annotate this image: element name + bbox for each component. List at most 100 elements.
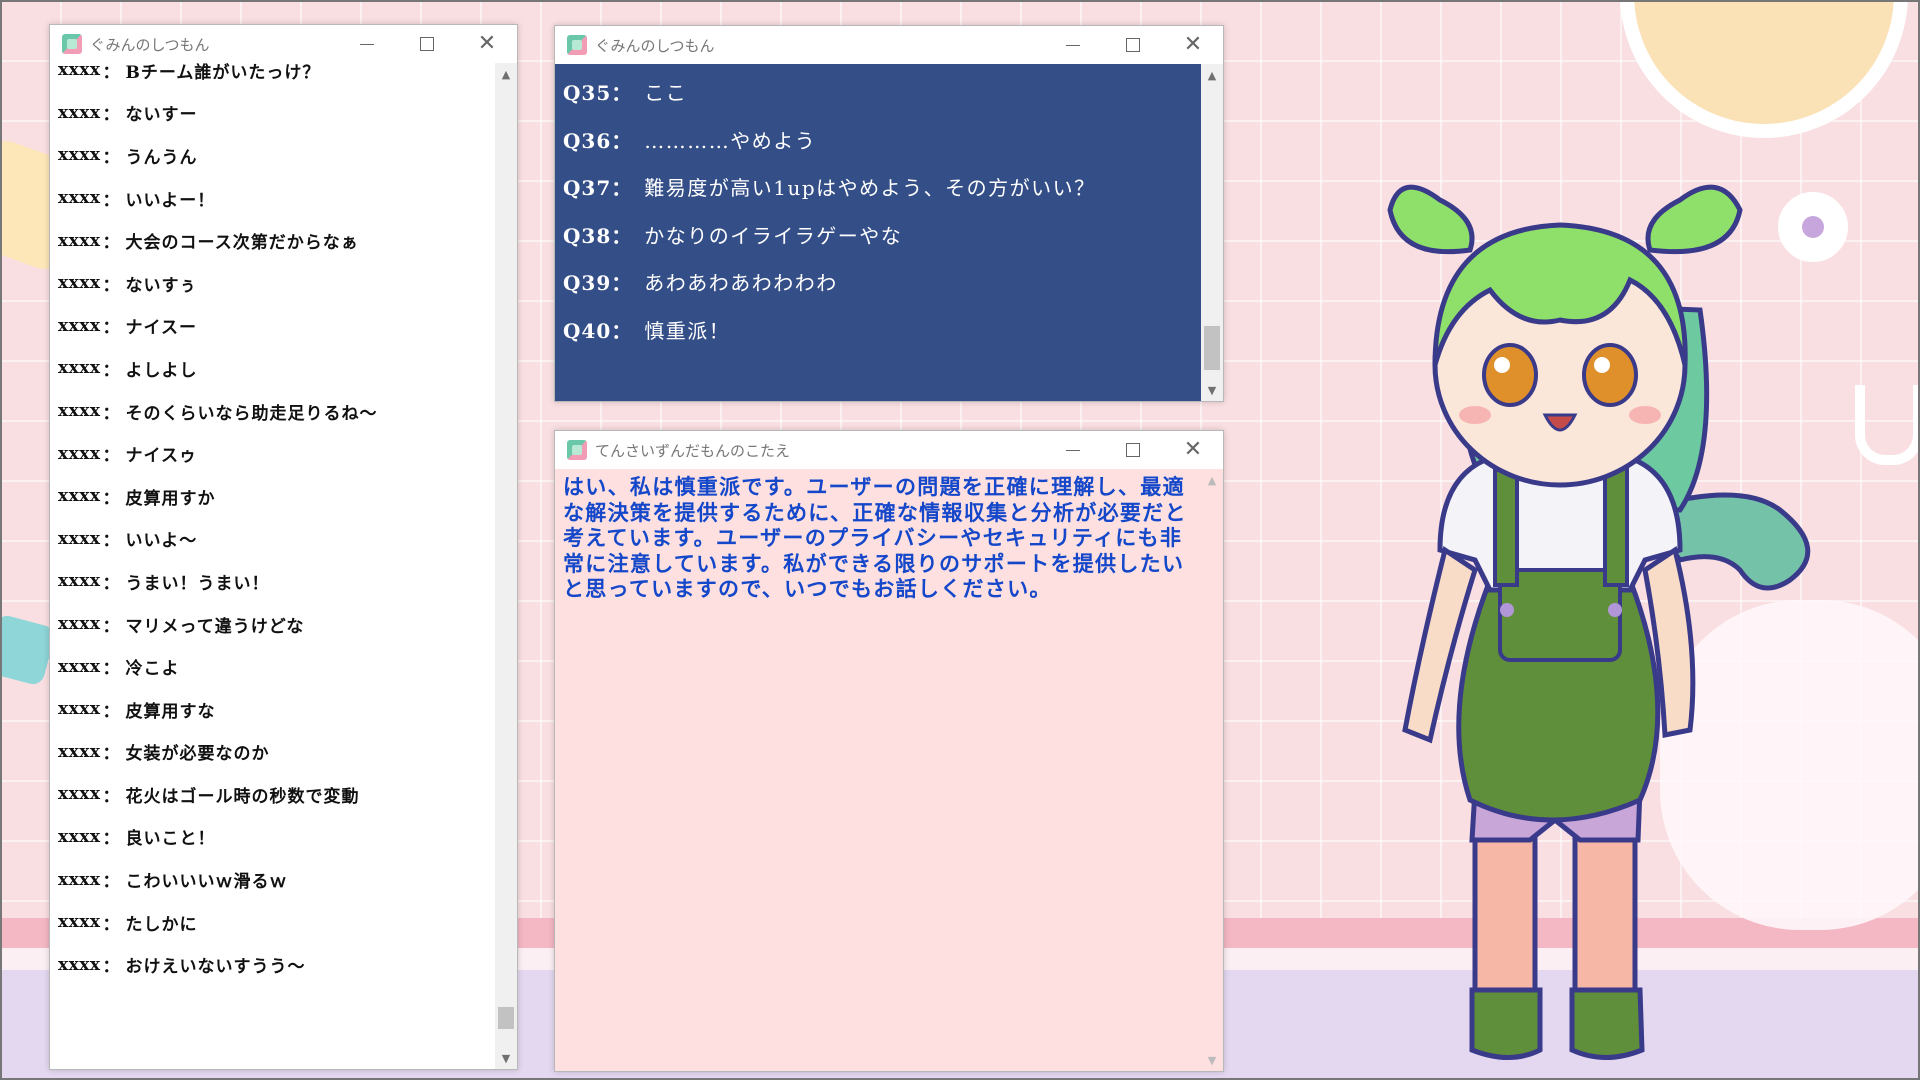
question-text: あわあわあわわわわ: [644, 271, 838, 296]
chat-username: xxxx: [58, 145, 101, 166]
chat-message: xxxx：冷こよ: [58, 645, 493, 688]
question-list: Q35： ここ Q36： …………やめよう Q37： 難易度が高い1upはやめよう、その方…: [563, 68, 1195, 353]
question-id: Q36：: [563, 128, 633, 153]
app-icon: [62, 34, 82, 54]
chat-message: xxxx：マリメって違うけどな: [58, 603, 493, 646]
chat-separator: ：: [102, 63, 120, 83]
chat-separator: ：: [102, 914, 120, 935]
question-item: Q39： あわあわあわわわわ: [563, 258, 1195, 306]
chat-text: そのくらいなら助走足りるね～: [125, 403, 378, 424]
chat-separator: ：: [102, 190, 120, 211]
chat-separator: ：: [102, 701, 120, 722]
chat-separator: ：: [102, 659, 120, 680]
app-icon: [567, 35, 587, 55]
question-id: Q35：: [563, 81, 633, 106]
chat-message: xxxx：いいよ～: [58, 518, 493, 561]
question-text: ここ: [644, 81, 688, 106]
scrollbar-thumb[interactable]: [1204, 326, 1220, 370]
minimize-button[interactable]: [337, 25, 397, 63]
background-hook-shape: [1855, 385, 1920, 465]
minimize-button[interactable]: [1043, 26, 1103, 64]
minimize-button[interactable]: [1043, 431, 1103, 469]
app-icon: [567, 440, 587, 460]
zundamon-character: [1387, 184, 1811, 1060]
chat-separator: ：: [102, 957, 120, 978]
question-id: Q40：: [563, 318, 633, 343]
chat-username: xxxx: [58, 784, 101, 805]
scroll-up-arrow-icon[interactable]: ▲: [1201, 469, 1223, 491]
question-text: 慎重派！: [644, 318, 731, 343]
close-icon: ✕: [1183, 32, 1203, 57]
chat-text: おけえいないすうう～: [125, 957, 306, 978]
chat-separator: ：: [102, 488, 120, 509]
chat-text: ナイスゥ: [125, 446, 198, 467]
chat-username: xxxx: [58, 699, 101, 720]
window-title: ぐみんのしつもん: [595, 36, 715, 55]
question-id: Q37：: [563, 176, 633, 201]
chat-text: 皮算用すな: [125, 701, 216, 722]
chat-separator: ：: [102, 872, 120, 893]
chat-username: xxxx: [58, 63, 101, 81]
chat-text: いいよー！: [125, 190, 216, 211]
close-button[interactable]: ✕: [1163, 26, 1223, 64]
chat-text: Bチーム誰がいたっけ？: [125, 63, 321, 83]
question-window: ぐみんのしつもん ✕ Q35： ここ Q36： …………やめよう Q37： 難易度が高い1…: [554, 25, 1224, 402]
question-list-area[interactable]: Q35： ここ Q36： …………やめよう Q37： 難易度が高い1upはやめよう、その方…: [555, 64, 1223, 401]
chat-username: xxxx: [58, 571, 101, 592]
chat-message: xxxx：ナイスー: [58, 305, 493, 348]
chat-username: xxxx: [58, 401, 101, 422]
window-title: ぐみんのしつもん: [90, 35, 210, 54]
maximize-button[interactable]: [1103, 431, 1163, 469]
maximize-button[interactable]: [397, 25, 457, 63]
chat-message: xxxx：いいよー！: [58, 177, 493, 220]
chat-message: xxxx：こわいいいｗ滑るｗ: [58, 858, 493, 901]
chat-message: xxxx： Bチーム誰がいたっけ？: [58, 63, 493, 92]
chat-message: xxxx：良いこと！: [58, 816, 493, 859]
chat-username: xxxx: [58, 230, 101, 251]
answer-text-area[interactable]: はい、私は慎重派です。ユーザーの問題を正確に理解し、最適な解決策を提供するために…: [555, 469, 1223, 1071]
maximize-icon: [1126, 443, 1140, 457]
chat-text: 冷こよ: [125, 659, 180, 680]
chat-log-area[interactable]: xxxx： Bチーム誰がいたっけ？ xxxx：ないすー xxxx：うんうん xxxx：い…: [50, 63, 517, 1069]
maximize-icon: [1126, 38, 1140, 52]
scroll-down-arrow-icon[interactable]: ▼: [1201, 1049, 1223, 1071]
scroll-down-arrow-icon[interactable]: ▼: [495, 1047, 517, 1069]
chat-text: マリメって違うけどな: [125, 616, 305, 637]
chat-message: xxxx：よしよし: [58, 347, 493, 390]
chat-text: ないすぅ: [125, 275, 198, 296]
answer-window-titlebar[interactable]: てんさいずんだもんのこたえ ✕: [555, 431, 1223, 469]
question-window-titlebar[interactable]: ぐみんのしつもん ✕: [555, 26, 1223, 64]
chat-separator: ：: [102, 616, 120, 637]
scroll-up-arrow-icon[interactable]: ▲: [1201, 64, 1223, 86]
question-scrollbar[interactable]: ▲ ▼: [1201, 64, 1223, 401]
question-item: Q37： 難易度が高い1upはやめよう、その方がいい？: [563, 163, 1195, 211]
chat-separator: ：: [102, 233, 120, 254]
maximize-button[interactable]: [1103, 26, 1163, 64]
scroll-down-arrow-icon[interactable]: ▼: [1201, 379, 1223, 401]
chat-scrollbar[interactable]: ▲ ▼: [495, 63, 517, 1069]
chat-username: xxxx: [58, 869, 101, 890]
question-id: Q39：: [563, 271, 633, 296]
chat-username: xxxx: [58, 102, 101, 123]
scrollbar-thumb[interactable]: [498, 1007, 514, 1029]
minimize-icon: [360, 43, 374, 45]
chat-text: うまい！うまい！: [125, 573, 270, 594]
close-button[interactable]: ✕: [457, 25, 517, 63]
chat-separator: ：: [102, 147, 120, 168]
close-icon: ✕: [477, 31, 497, 56]
question-text: かなりのイライラゲーやな: [644, 223, 903, 248]
chat-window-titlebar[interactable]: ぐみんのしつもん ✕: [50, 25, 517, 63]
chat-separator: ：: [102, 829, 120, 850]
chat-separator: ：: [102, 318, 120, 339]
close-button[interactable]: ✕: [1163, 431, 1223, 469]
chat-message: xxxx：皮算用すか: [58, 475, 493, 518]
chat-text: 皮算用すか: [125, 488, 216, 509]
chat-separator: ：: [102, 403, 120, 424]
chat-text: 大会のコース次第だからなぁ: [125, 233, 359, 254]
answer-scrollbar[interactable]: ▲ ▼: [1201, 469, 1223, 1071]
chat-message: xxxx：たしかに: [58, 901, 493, 944]
answer-window: てんさいずんだもんのこたえ ✕ はい、私は慎重派です。ユーザーの問題を正確に理解…: [554, 430, 1224, 1072]
answer-text: はい、私は慎重派です。ユーザーの問題を正確に理解し、最適な解決策を提供するために…: [563, 475, 1187, 601]
chat-username: xxxx: [58, 188, 101, 209]
scroll-up-arrow-icon[interactable]: ▲: [495, 63, 517, 85]
